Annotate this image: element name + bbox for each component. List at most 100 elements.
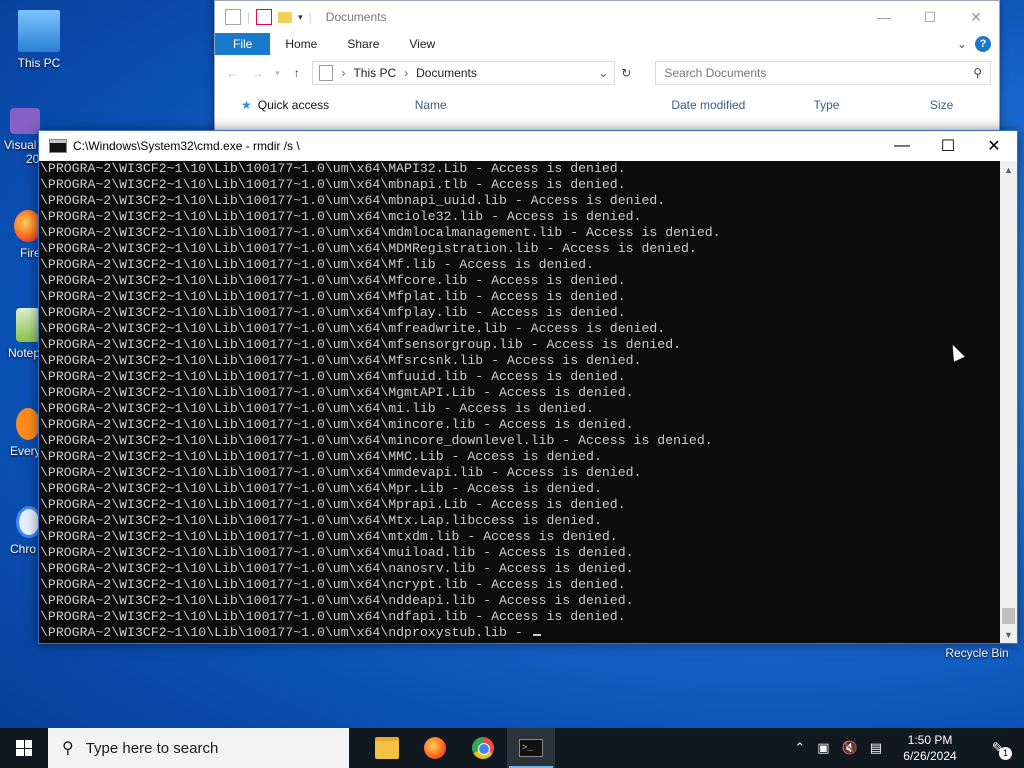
start-button[interactable] [0, 728, 48, 768]
scroll-down-arrow-icon[interactable]: ▼ [1000, 626, 1017, 643]
up-arrow-icon[interactable]: ↑ [287, 66, 306, 80]
clock-time: 1:50 PM [907, 733, 953, 747]
search-placeholder: Search Documents [664, 66, 767, 80]
desktop-icon-label: This PC [17, 56, 61, 70]
visual-studio-icon [10, 108, 40, 134]
console-line: \PROGRA~2\WI3CF2~1\10\Lib\100177~1.0\um\… [40, 433, 713, 448]
taskbar-command-prompt[interactable]: >_ [507, 728, 555, 768]
console-line: \PROGRA~2\WI3CF2~1\10\Lib\100177~1.0\um\… [40, 273, 626, 288]
desktop-icon-notepad[interactable]: Notep [0, 308, 40, 360]
maximize-button[interactable]: ☐ [925, 131, 971, 161]
console-icon [49, 139, 67, 153]
taskbar-file-explorer[interactable] [363, 728, 411, 768]
chevron-down-icon[interactable]: ⌄ [598, 66, 608, 80]
minimize-button[interactable]: — [879, 131, 925, 161]
back-arrow-icon[interactable]: ← [223, 66, 242, 80]
console-line: \PROGRA~2\WI3CF2~1\10\Lib\100177~1.0\um\… [40, 305, 626, 320]
column-type[interactable]: Type [813, 98, 929, 112]
nav-pane-quick-access[interactable]: ★ Quick access [215, 98, 415, 112]
command-prompt-window[interactable]: C:\Windows\System32\cmd.exe - rmdir /s \… [38, 130, 1018, 644]
close-button[interactable]: ✕ [971, 131, 1017, 161]
refresh-icon[interactable]: ↻ [621, 66, 631, 80]
search-icon: ⚲ [973, 66, 982, 80]
tab-home[interactable]: Home [270, 33, 332, 55]
volume-muted-icon[interactable]: 🔇 [842, 740, 858, 756]
chevron-up-icon[interactable]: ⌃ [794, 740, 805, 756]
console-line: \PROGRA~2\WI3CF2~1\10\Lib\100177~1.0\um\… [40, 481, 602, 496]
desktop-icon-firefox[interactable]: Fire [0, 210, 42, 260]
tab-file[interactable]: File [215, 33, 271, 55]
console-line: \PROGRA~2\WI3CF2~1\10\Lib\100177~1.0\um\… [40, 513, 602, 528]
text-cursor [532, 634, 541, 636]
desktop-icon-chrome[interactable]: Chro [0, 506, 42, 556]
column-headers: ★ Quick access Name Date modified Type S… [215, 91, 999, 119]
console-line: \PROGRA~2\WI3CF2~1\10\Lib\100177~1.0\um\… [40, 353, 642, 368]
system-tray: ⌃ ▣ 🔇 ▤ 1:50 PM 6/26/2024 ✎ 1 [794, 732, 1024, 764]
cmd-titlebar[interactable]: C:\Windows\System32\cmd.exe - rmdir /s \… [39, 131, 1017, 161]
console-line: \PROGRA~2\WI3CF2~1\10\Lib\100177~1.0\um\… [40, 385, 634, 400]
expand-ribbon-icon[interactable]: ⌄ [957, 37, 967, 51]
console-line: \PROGRA~2\WI3CF2~1\10\Lib\100177~1.0\um\… [40, 449, 602, 464]
close-button[interactable]: ✕ [953, 1, 999, 33]
console-line: \PROGRA~2\WI3CF2~1\10\Lib\100177~1.0\um\… [40, 497, 626, 512]
action-center-button[interactable]: ✎ 1 [978, 739, 1018, 760]
desktop-icon-this-pc[interactable]: This PC [4, 10, 74, 70]
console-line: \PROGRA~2\WI3CF2~1\10\Lib\100177~1.0\um\… [40, 561, 634, 576]
column-name[interactable]: Name [415, 98, 672, 112]
desktop-icon-visual-studio[interactable]: Visual 20 [0, 108, 40, 166]
console-line: \PROGRA~2\WI3CF2~1\10\Lib\100177~1.0\um\… [40, 465, 642, 480]
address-bar[interactable]: › This PC › Documents ⌄ [312, 61, 616, 85]
console-line: \PROGRA~2\WI3CF2~1\10\Lib\100177~1.0\um\… [40, 161, 626, 176]
taskbar-search-box[interactable]: ⚲ Type here to search [48, 728, 349, 768]
firefox-icon [424, 737, 446, 759]
help-icon[interactable]: ? [975, 36, 991, 52]
file-explorer-window[interactable]: | ▾ | Documents — ☐ ✕ File Home Share Vi… [214, 0, 1000, 137]
network-icon[interactable]: ▣ [817, 740, 829, 756]
console-line: \PROGRA~2\WI3CF2~1\10\Lib\100177~1.0\um\… [40, 321, 666, 336]
tab-share[interactable]: Share [332, 33, 394, 55]
vertical-scrollbar[interactable]: ▲ ▼ [1000, 161, 1017, 643]
checkmark-icon[interactable] [256, 9, 273, 25]
desktop-icon-everything[interactable]: Every [0, 408, 41, 458]
console-output[interactable]: \PROGRA~2\WI3CF2~1\10\Lib\100177~1.0\um\… [39, 161, 1000, 643]
explorer-titlebar[interactable]: | ▾ | Documents — ☐ ✕ [215, 1, 999, 33]
chevron-right-icon: › [404, 66, 409, 80]
taskbar-firefox[interactable] [411, 728, 459, 768]
separator: | [308, 10, 312, 24]
customize-dropdown-icon[interactable]: ▾ [298, 12, 303, 23]
taskbar: ⚲ Type here to search >_ ⌃ ▣ 🔇 ▤ 1:50 PM… [0, 728, 1024, 768]
maximize-button[interactable]: ☐ [907, 1, 953, 33]
clock[interactable]: 1:50 PM 6/26/2024 [894, 732, 966, 764]
console-line: \PROGRA~2\WI3CF2~1\10\Lib\100177~1.0\um\… [40, 545, 634, 560]
address-row: ← → ▾ ↑ › This PC › Documents ⌄ ↻ Search… [215, 55, 999, 91]
desktop-icon-label: Chro [10, 542, 37, 556]
star-icon: ★ [241, 98, 252, 112]
breadcrumb-this-pc[interactable]: This PC [353, 66, 396, 80]
notepad-icon [16, 308, 40, 342]
folder-icon [375, 737, 399, 759]
console-line: \PROGRA~2\WI3CF2~1\10\Lib\100177~1.0\um\… [40, 417, 634, 432]
search-input[interactable]: Search Documents ⚲ [655, 61, 991, 85]
column-date-modified[interactable]: Date modified [671, 98, 813, 112]
quick-access-toolbar: | ▾ | [215, 9, 312, 25]
console-line: \PROGRA~2\WI3CF2~1\10\Lib\100177~1.0\um\… [40, 625, 1000, 641]
new-folder-icon[interactable] [278, 11, 293, 23]
console-line: \PROGRA~2\WI3CF2~1\10\Lib\100177~1.0\um\… [40, 337, 682, 352]
tab-view[interactable]: View [394, 33, 450, 55]
column-size[interactable]: Size [930, 98, 999, 112]
scrollbar-thumb[interactable] [1002, 608, 1015, 624]
desktop-icon-label: Visual [4, 138, 37, 152]
recent-locations-icon[interactable]: ▾ [274, 68, 282, 79]
nav-pane-label: Quick access [257, 98, 330, 112]
breadcrumb-documents[interactable]: Documents [416, 66, 477, 80]
display-icon[interactable]: ▤ [870, 740, 882, 756]
forward-arrow-icon[interactable]: → [248, 66, 267, 80]
scroll-up-arrow-icon[interactable]: ▲ [1000, 161, 1017, 178]
console-icon: >_ [519, 739, 543, 757]
taskbar-chrome[interactable] [459, 728, 507, 768]
minimize-button[interactable]: — [861, 1, 907, 33]
properties-icon[interactable] [225, 9, 241, 25]
desktop-icon-label: Notep [8, 346, 41, 360]
clock-date: 6/26/2024 [903, 749, 957, 763]
console-line: \PROGRA~2\WI3CF2~1\10\Lib\100177~1.0\um\… [40, 289, 626, 304]
